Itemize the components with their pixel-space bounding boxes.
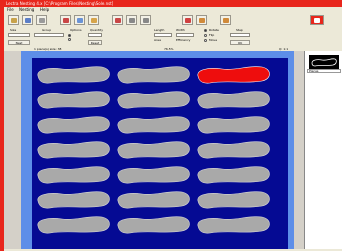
sole-piece[interactable] [197, 191, 270, 209]
undo-icon [115, 18, 121, 23]
rotate-button[interactable] [196, 15, 207, 25]
cut-icon [63, 18, 69, 23]
side-panel: Pieces [304, 51, 342, 249]
nesting-area[interactable] [32, 58, 288, 249]
sole-piece[interactable] [37, 191, 110, 209]
label-group: Group [42, 28, 52, 32]
sole-piece[interactable] [117, 66, 190, 84]
save-button[interactable] [22, 15, 33, 25]
sole-piece[interactable] [37, 66, 110, 84]
label-area: Area [154, 38, 161, 42]
sole-piece[interactable] [37, 91, 110, 109]
pieces-layer [37, 66, 270, 234]
label-options: Options [70, 28, 82, 32]
label-length: Length [154, 28, 165, 32]
piece-list[interactable]: Pieces [307, 69, 341, 73]
label-efficiency: Efficiency [176, 38, 191, 42]
length-field[interactable] [154, 33, 172, 37]
grid-button[interactable] [140, 15, 151, 25]
label-size: Size [10, 28, 17, 32]
selected-sole-piece[interactable] [197, 66, 270, 84]
zoom-button[interactable] [126, 15, 137, 25]
sole-piece[interactable] [117, 166, 190, 184]
window-title: Lectra Nesting 4.x [C:\Program Files\Nes… [6, 1, 114, 6]
grid-icon [143, 18, 149, 23]
nest-icon [185, 18, 191, 23]
sole-piece[interactable] [117, 191, 190, 209]
reset-button[interactable]: Reset [88, 40, 102, 45]
width-field[interactable] [176, 33, 194, 37]
rotate-radio[interactable] [204, 29, 207, 32]
sole-piece[interactable] [197, 116, 270, 134]
undo-button[interactable] [112, 15, 123, 25]
sole-piece[interactable] [197, 216, 270, 234]
alert-icon [223, 18, 229, 23]
sole-piece[interactable] [117, 141, 190, 159]
toolbar [4, 13, 342, 28]
sole-preview-icon [311, 58, 337, 67]
move-radio[interactable] [204, 39, 207, 42]
rotate-icon [199, 18, 205, 23]
step-field[interactable] [230, 33, 250, 37]
copy-icon [77, 18, 83, 23]
open-icon [11, 18, 17, 23]
sole-piece[interactable] [197, 166, 270, 184]
nesting-canvas[interactable] [4, 51, 304, 249]
label-quantity: Quantity [90, 28, 103, 32]
zoom-icon [129, 18, 135, 23]
paste-icon [91, 18, 97, 23]
exit-button[interactable] [310, 15, 324, 25]
alert-button[interactable] [220, 15, 231, 25]
paste-button[interactable] [88, 15, 99, 25]
print-icon [39, 18, 45, 23]
label-step: Step [236, 28, 243, 32]
quantity-field[interactable] [88, 33, 102, 37]
cut-button[interactable] [60, 15, 71, 25]
piece-preview [309, 55, 339, 69]
option-radio-1[interactable] [68, 34, 71, 37]
sole-piece[interactable] [117, 91, 190, 109]
label-width: Width [176, 28, 185, 32]
label-rotate: Rotate [209, 28, 219, 32]
flip-radio[interactable] [204, 34, 207, 37]
sole-piece[interactable] [197, 91, 270, 109]
option-radio-2[interactable] [68, 38, 71, 41]
exit-icon [314, 18, 320, 23]
sole-piece[interactable] [117, 116, 190, 134]
sole-piece[interactable] [197, 141, 270, 159]
parameters-panel: Size Group Options Quantity Nest Reset L… [4, 27, 342, 48]
sole-piece[interactable] [117, 216, 190, 234]
size-field[interactable] [8, 33, 30, 37]
title-bar: Lectra Nesting 4.x [C:\Program Files\Nes… [4, 0, 342, 7]
nest-button[interactable]: Nest [8, 40, 30, 45]
sole-piece[interactable] [37, 166, 110, 184]
sole-piece[interactable] [37, 216, 110, 234]
sole-piece[interactable] [37, 141, 110, 159]
print-button[interactable] [36, 15, 47, 25]
open-button[interactable] [8, 15, 19, 25]
nest-button-icon[interactable] [182, 15, 193, 25]
ok-button[interactable]: OK [230, 40, 250, 45]
copy-button[interactable] [74, 15, 85, 25]
sole-piece[interactable] [37, 116, 110, 134]
label-move: Move [209, 38, 218, 42]
label-flip: Flip [209, 33, 215, 37]
group-field[interactable] [34, 33, 64, 37]
piece-list-label: Pieces [309, 69, 319, 73]
save-icon [25, 18, 31, 23]
